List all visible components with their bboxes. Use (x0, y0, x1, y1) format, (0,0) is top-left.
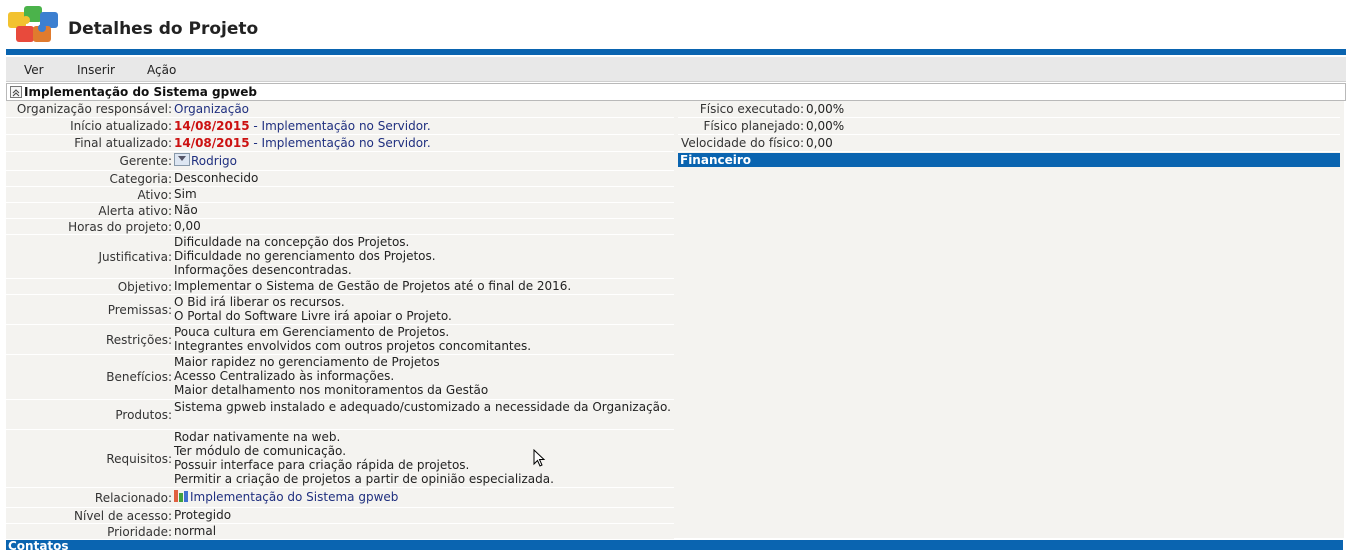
field-label: Restrições: (105, 332, 172, 347)
field-fisico-executado: Físico executado: 0,00% (678, 101, 1340, 118)
field-justificativa: Justificativa: Dificuldade na concepção … (6, 235, 674, 279)
field-label: Velocidade do físico: (681, 136, 804, 150)
field-beneficios: Benefícios: Maior rapidez no gerenciamen… (6, 355, 674, 400)
menu-inserir[interactable]: Inserir (77, 63, 115, 77)
header-divider (6, 49, 1346, 55)
page-title: Detalhes do Projeto (68, 19, 259, 39)
field-label: Nível de acesso: (74, 508, 172, 523)
app-header: Detalhes do Projeto (0, 0, 1347, 50)
field-premissas: Premissas: O Bid irá liberar os recursos… (6, 295, 674, 325)
field-final: Final atualizado: 14/08/2015 - Implement… (6, 135, 674, 152)
horas-value: 0,00 (174, 219, 201, 233)
field-label: Produtos: (115, 407, 172, 422)
final-value: 14/08/2015 - Implementação no Servidor. (174, 136, 431, 150)
field-objetivo: Objetivo: Implementar o Sistema de Gestã… (6, 279, 674, 295)
menu-bar: Ver Inserir Ação (6, 57, 1346, 82)
field-nivel-acesso: Nível de acesso: Protegido (6, 508, 674, 524)
field-relacionado: Relacionado: Implementação do Sistema gp… (6, 488, 674, 508)
field-ativo: Ativo: Sim (6, 187, 674, 203)
section-title: Implementação do Sistema gpweb (24, 85, 258, 99)
field-label: Objetivo: (117, 279, 172, 294)
field-velocidade: Velocidade do físico: 0,00 (678, 135, 1340, 152)
field-fisico-planejado: Físico planejado: 0,00% (678, 118, 1340, 135)
objetivo-value: Implementar o Sistema de Gestão de Proje… (174, 279, 572, 293)
inicio-value: 14/08/2015 - Implementação no Servidor. (174, 119, 431, 133)
project-details: Organização responsável: Organização Iní… (6, 101, 1344, 540)
field-label: Final atualizado: (74, 136, 172, 150)
nivel-value: Protegido (174, 508, 232, 522)
alerta-value: Não (174, 203, 198, 217)
velocidade-value: 0,00 (806, 136, 833, 150)
requisitos-value: Rodar nativamente na web. Ter módulo de … (174, 430, 554, 486)
fisico-executado-value: 0,00% (806, 102, 845, 116)
organizacao-link[interactable]: Organização (174, 101, 674, 117)
field-label: Horas do projeto: (68, 219, 172, 234)
details-left-column: Organização responsável: Organização Iní… (6, 101, 674, 540)
details-right-column: Físico executado: 0,00% Físico planejado… (678, 101, 1340, 167)
field-organizacao: Organização responsável: Organização (6, 101, 674, 118)
field-requisitos: Requisitos: Rodar nativamente na web. Te… (6, 430, 674, 488)
field-alerta: Alerta ativo: Não (6, 203, 674, 219)
mouse-cursor-icon (533, 449, 546, 467)
field-label: Alerta ativo: (98, 203, 172, 218)
field-label: Justificativa: (98, 249, 172, 264)
field-categoria: Categoria: Desconhecido (6, 171, 674, 187)
field-gerente: Gerente: Rodrigo (6, 152, 674, 171)
field-horas: Horas do projeto: 0,00 (6, 219, 674, 235)
field-label: Premissas: (107, 302, 172, 317)
restricoes-value: Pouca cultura em Gerenciamento de Projet… (174, 325, 532, 353)
menu-acao[interactable]: Ação (147, 63, 176, 77)
field-label: Gerente: (119, 154, 172, 168)
field-inicio: Início atualizado: 14/08/2015 - Implemen… (6, 118, 674, 135)
fisico-planejado-value: 0,00% (806, 119, 845, 133)
justificativa-value: Dificuldade na concepção dos Projetos. D… (174, 235, 436, 277)
field-label: Categoria: (109, 171, 172, 186)
produtos-value: Sistema gpweb instalado e adequado/custo… (174, 400, 671, 414)
section-header: Implementação do Sistema gpweb (6, 83, 1346, 101)
beneficios-value: Maior rapidez no gerenciamento de Projet… (174, 355, 489, 397)
ativo-value: Sim (174, 187, 197, 201)
field-label: Requisitos: (106, 451, 172, 466)
prioridade-value: normal (174, 524, 217, 538)
field-label: Físico planejado: (703, 119, 804, 133)
premissas-value: O Bid irá liberar os recursos. O Portal … (174, 295, 452, 323)
field-label: Organização responsável: (16, 102, 172, 116)
gerente-value[interactable]: Rodrigo (174, 152, 674, 170)
user-dropdown-icon[interactable] (174, 153, 190, 166)
field-label: Início atualizado: (70, 119, 172, 133)
categoria-value: Desconhecido (174, 171, 259, 185)
field-label: Benefícios: (106, 370, 172, 384)
field-label: Ativo: (137, 187, 172, 202)
puzzle-logo-icon (8, 6, 58, 42)
contatos-header[interactable]: Contatos (6, 540, 1343, 550)
collapse-up-icon[interactable] (10, 86, 22, 98)
field-prioridade: Prioridade: normal (6, 524, 674, 540)
field-restricoes: Restrições: Pouca cultura em Gerenciamen… (6, 325, 674, 355)
field-label: Físico executado: (699, 102, 804, 116)
field-label: Prioridade: (107, 524, 172, 539)
field-label: Relacionado: (94, 490, 172, 505)
financeiro-header[interactable]: Financeiro (678, 153, 1340, 167)
field-produtos: Produtos: Sistema gpweb instalado e adeq… (6, 400, 674, 430)
menu-ver[interactable]: Ver (24, 63, 44, 77)
project-icon (174, 490, 188, 502)
relacionado-link[interactable]: Implementação do Sistema gpweb (174, 488, 674, 507)
